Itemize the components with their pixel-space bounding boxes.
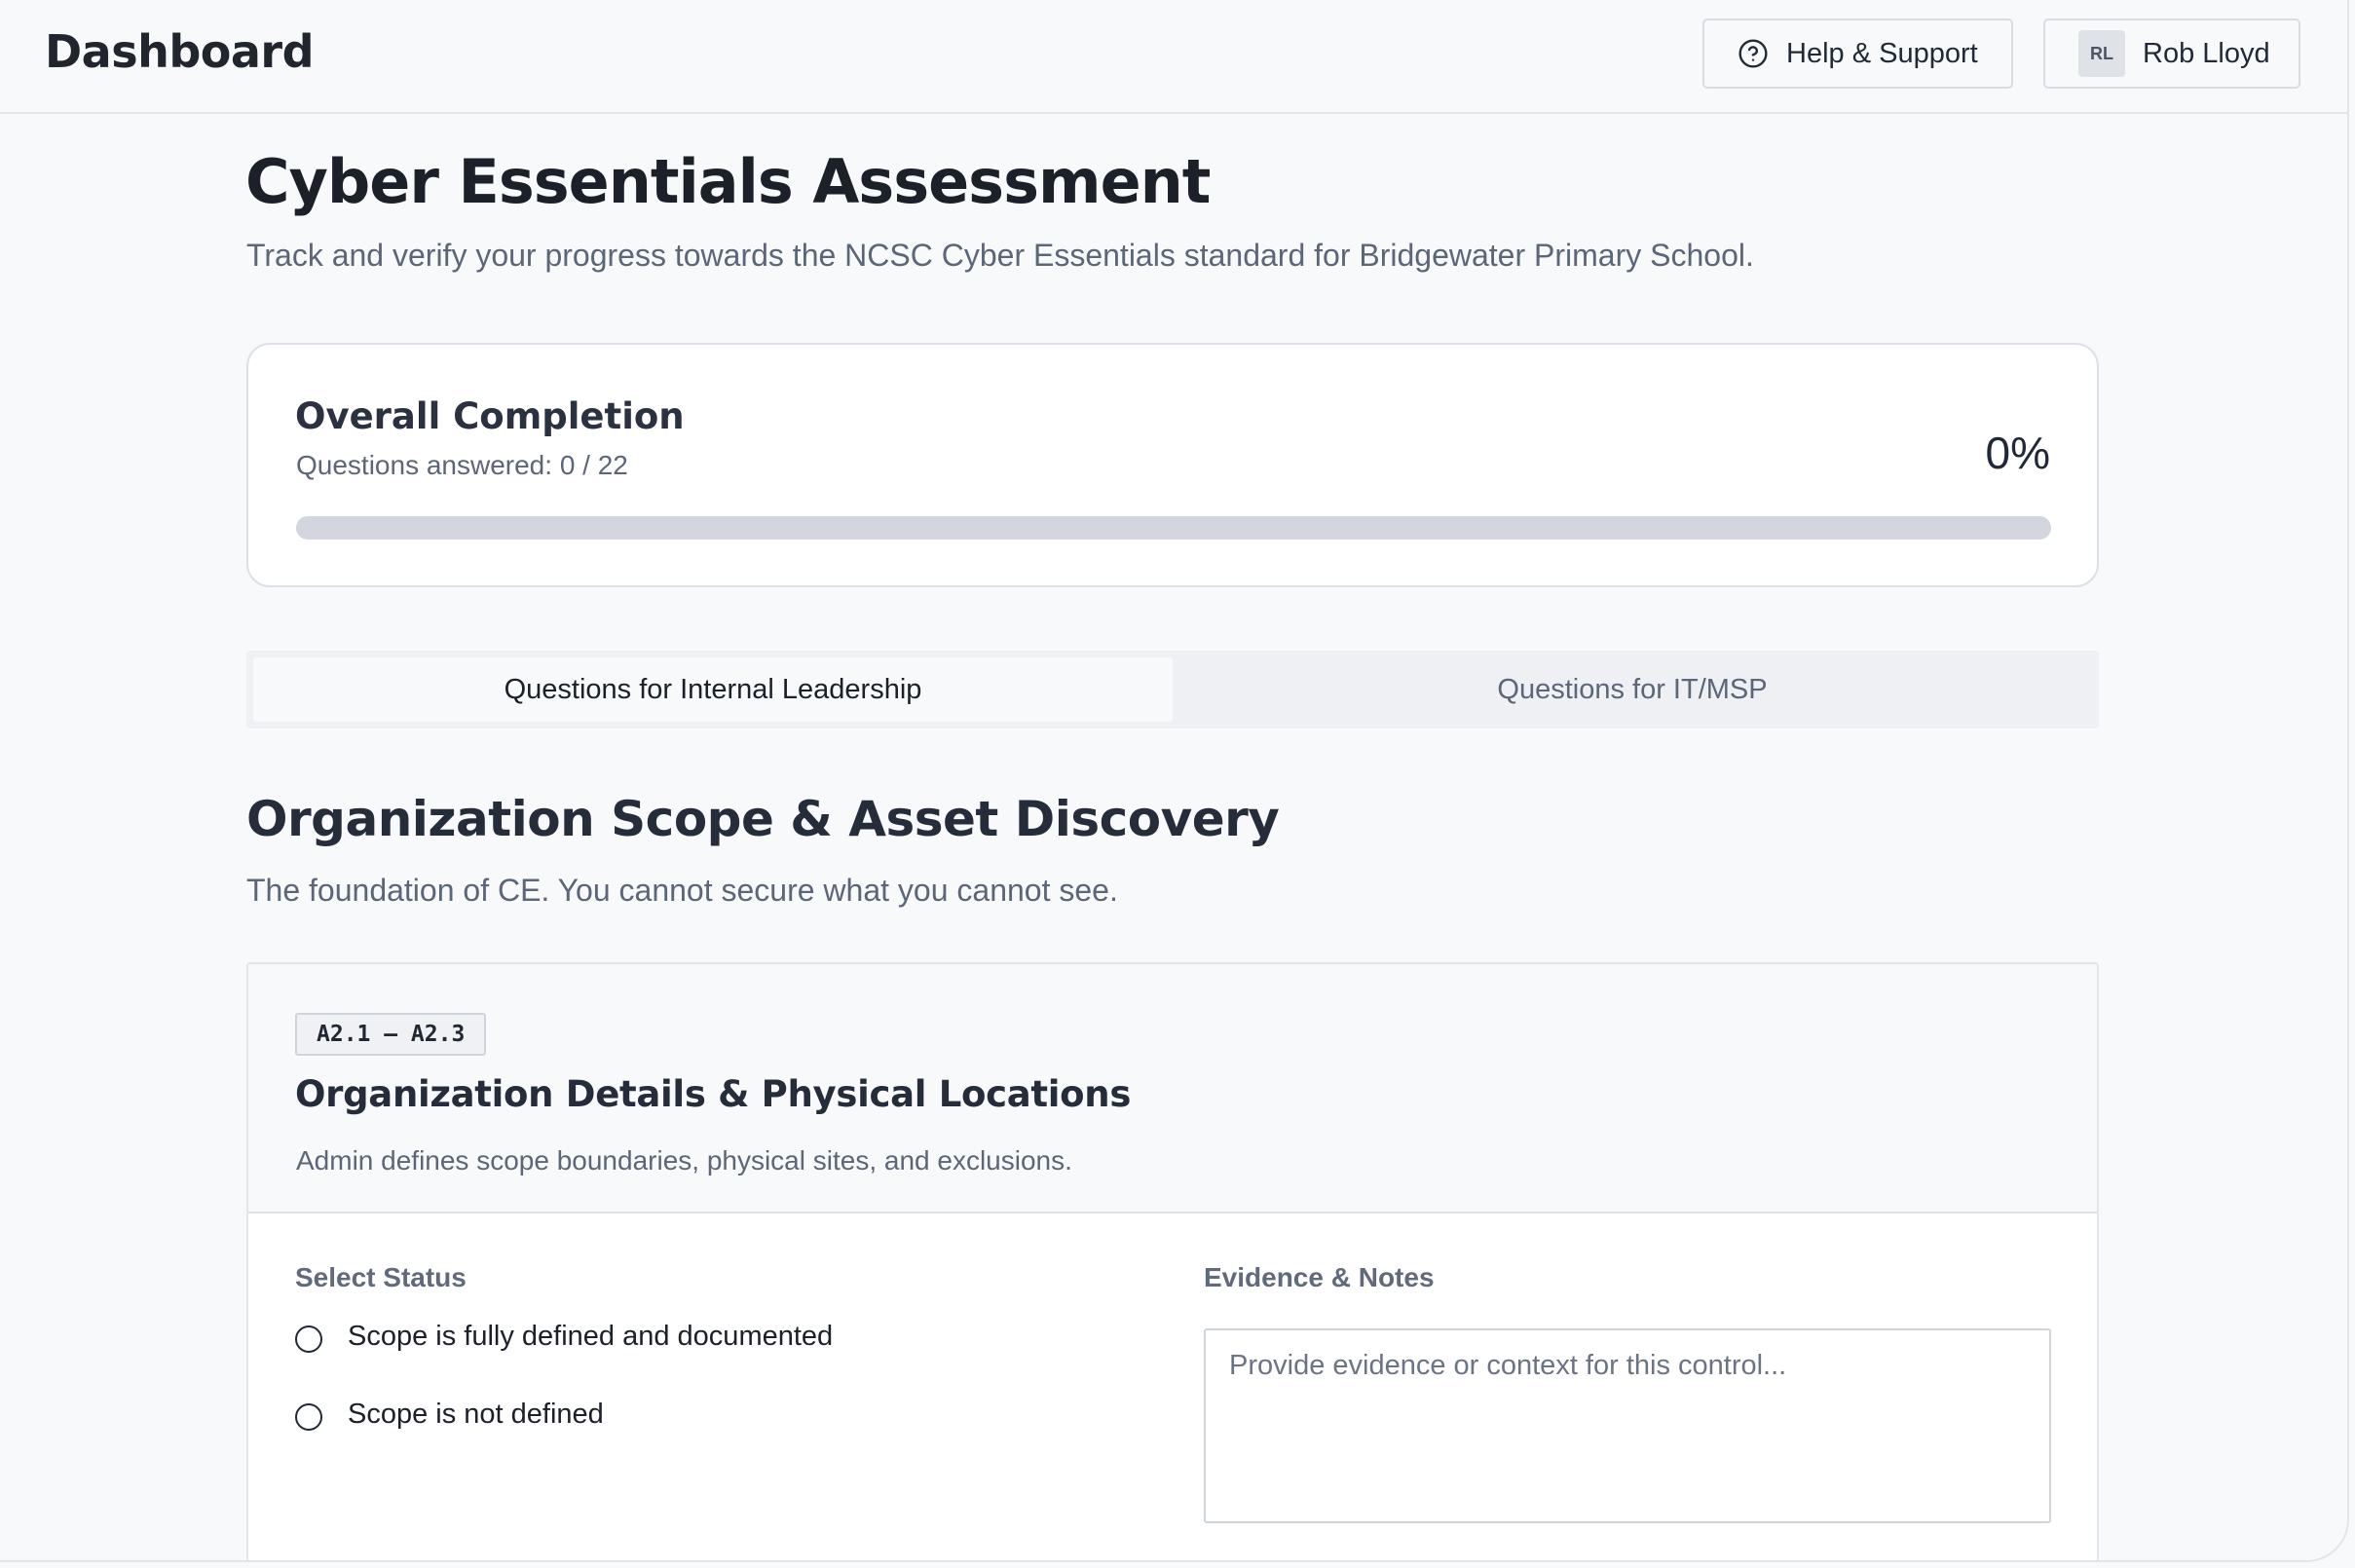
question-card: A2.1 – A2.3 Organization Details & Physi… bbox=[246, 962, 2099, 1560]
avatar: RL bbox=[2078, 30, 2125, 77]
status-option-not-defined[interactable]: Scope is not defined bbox=[295, 1399, 604, 1431]
questions-answered-text: Questions answered: 0 / 22 bbox=[296, 450, 628, 480]
completion-title: Overall Completion bbox=[295, 395, 685, 437]
question-card-header: A2.1 – A2.3 Organization Details & Physi… bbox=[248, 964, 2097, 1213]
top-bar: Dashboard Help & Support RL Rob Lloyd bbox=[0, 0, 2347, 114]
help-support-button[interactable]: Help & Support bbox=[1702, 19, 2013, 89]
app-window: Dashboard Help & Support RL Rob Lloyd Cy… bbox=[0, 0, 2349, 1562]
evidence-notes-label: Evidence & Notes bbox=[1204, 1262, 1435, 1292]
page-subtitle: Track and verify your progress towards t… bbox=[246, 238, 1754, 273]
section-subtitle: The foundation of CE. You cannot secure … bbox=[246, 873, 1118, 908]
section-title: Organization Scope & Asset Discovery bbox=[246, 791, 1280, 847]
tab-internal-leadership[interactable]: Questions for Internal Leadership bbox=[253, 657, 1173, 722]
question-tabs: Questions for Internal Leadership Questi… bbox=[246, 651, 2099, 728]
app-title: Dashboard bbox=[45, 25, 315, 78]
question-title: Organization Details & Physical Location… bbox=[295, 1073, 1132, 1115]
control-code-badge: A2.1 – A2.3 bbox=[295, 1013, 487, 1056]
progress-bar bbox=[296, 516, 2051, 540]
status-option-label[interactable]: Scope is not defined bbox=[348, 1399, 604, 1431]
page-title: Cyber Essentials Assessment bbox=[245, 146, 1211, 217]
status-option-label[interactable]: Scope is fully defined and documented bbox=[348, 1321, 833, 1353]
select-status-label: Select Status bbox=[295, 1262, 467, 1292]
completion-card: Overall Completion Questions answered: 0… bbox=[246, 343, 2099, 587]
user-name: Rob Lloyd bbox=[2143, 37, 2270, 69]
evidence-notes-textarea[interactable] bbox=[1204, 1328, 2051, 1523]
help-support-label: Help & Support bbox=[1786, 37, 1978, 69]
help-circle-icon bbox=[1738, 39, 1768, 68]
radio-button[interactable] bbox=[295, 1402, 322, 1431]
user-menu-button[interactable]: RL Rob Lloyd bbox=[2043, 19, 2300, 89]
completion-percent: 0% bbox=[1985, 428, 2050, 478]
status-option-defined[interactable]: Scope is fully defined and documented bbox=[295, 1321, 833, 1353]
question-card-body: Select Status Scope is fully defined and… bbox=[248, 1213, 2097, 1560]
question-description: Admin defines scope boundaries, physical… bbox=[296, 1145, 1072, 1176]
tab-it-msp[interactable]: Questions for IT/MSP bbox=[1173, 657, 2092, 722]
radio-button[interactable] bbox=[295, 1325, 322, 1353]
